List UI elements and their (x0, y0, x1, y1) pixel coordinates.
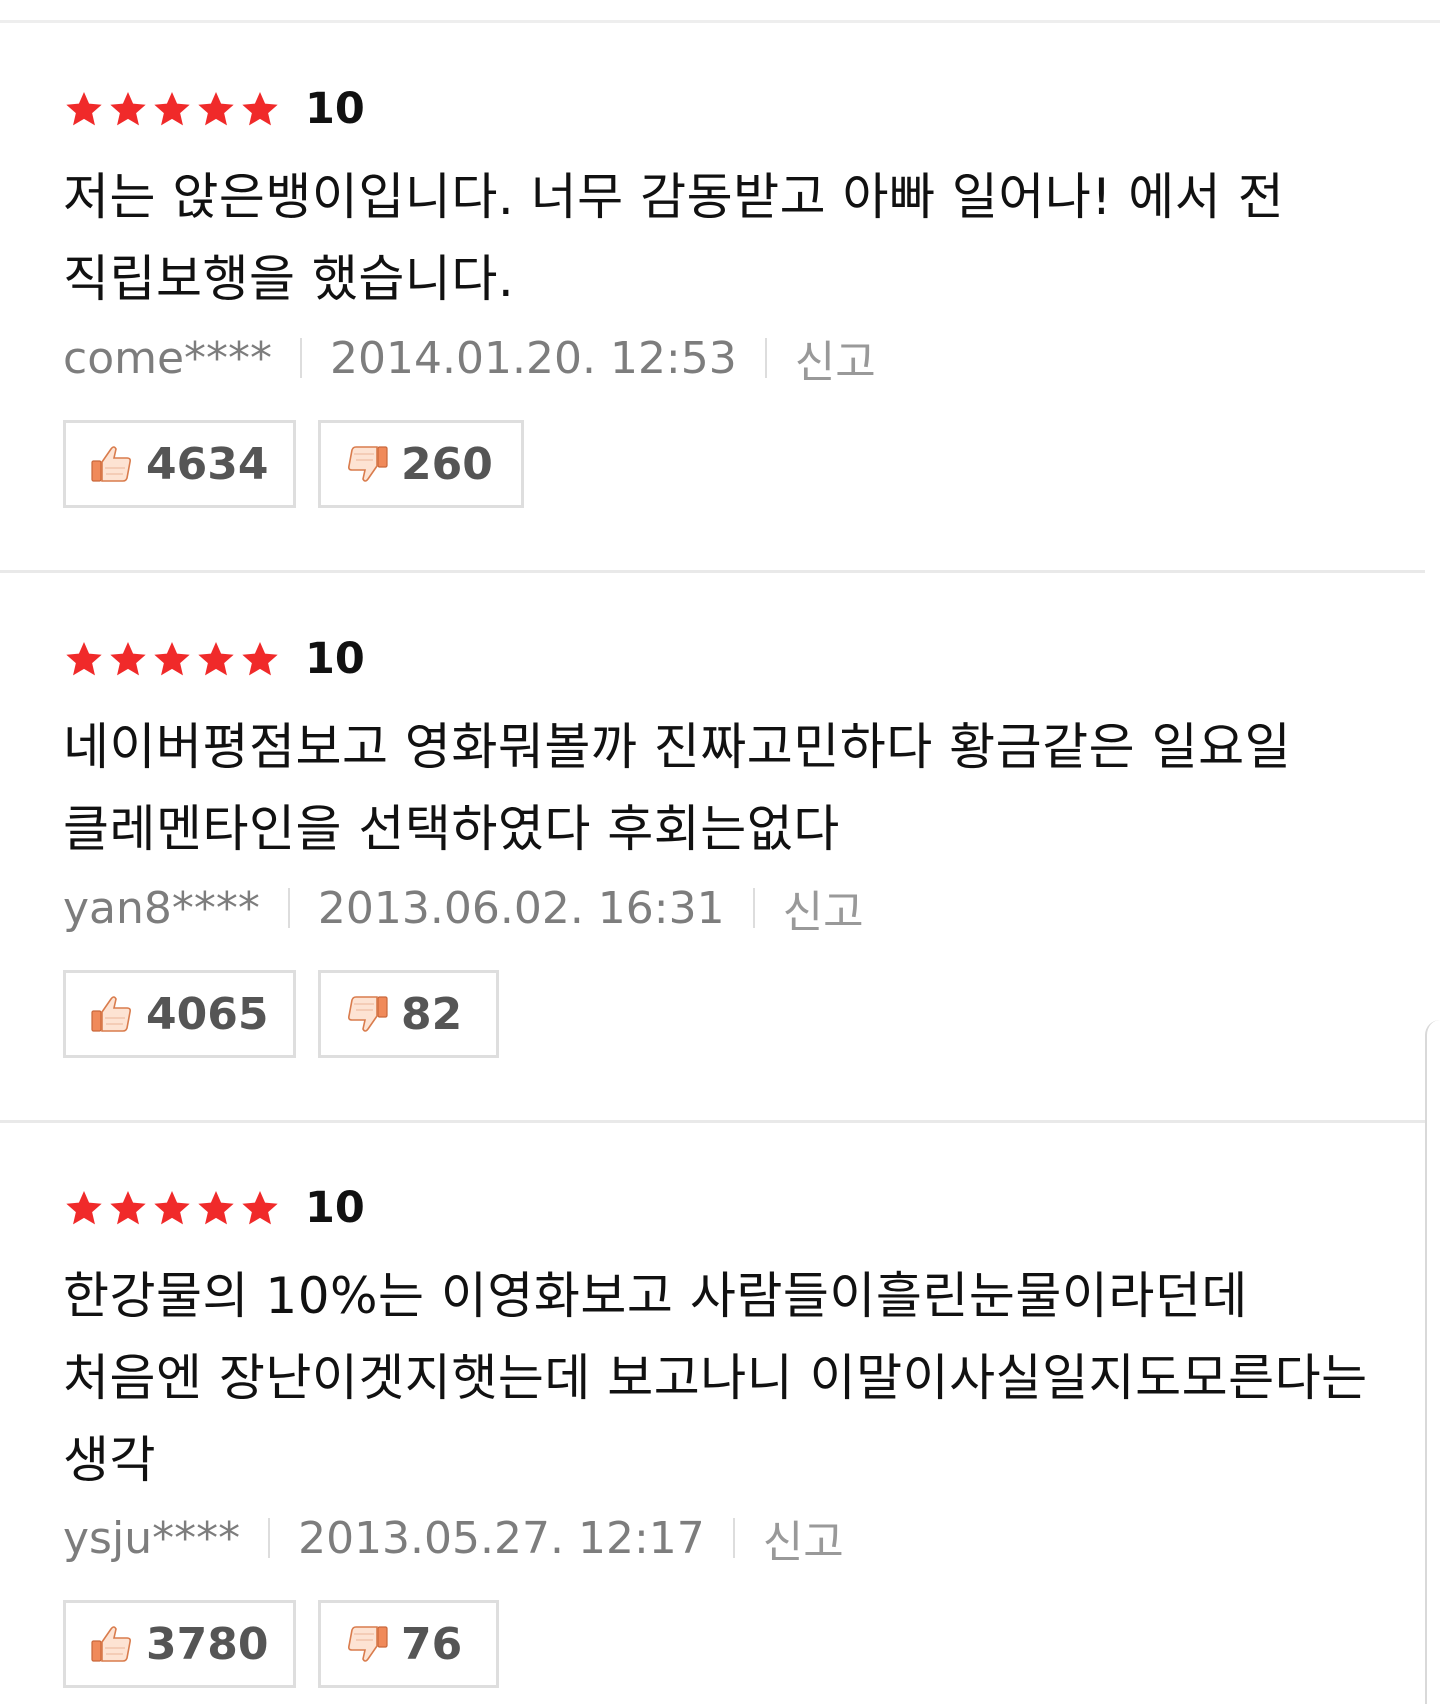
dislike-count: 260 (401, 438, 493, 490)
vote-buttons: 3780 76 (63, 1600, 499, 1688)
rating-score: 10 (305, 634, 365, 684)
rating-score: 10 (305, 1183, 365, 1233)
report-link[interactable]: 신고 (763, 1506, 844, 1570)
thumbs-up-icon (90, 994, 134, 1034)
review-comment: 한강물의 10%는 이영화보고 사람들이흘린눈물이라던데 처음엔 장난이겟지햇는… (63, 1267, 1368, 1489)
review-divider (0, 570, 1425, 573)
reviewer-id: yan8**** (63, 882, 260, 934)
star-icon (242, 1191, 278, 1225)
star-icon (110, 642, 146, 676)
like-button[interactable]: 4065 (63, 970, 296, 1058)
dislike-button[interactable]: 76 (318, 1600, 499, 1688)
dislike-count: 82 (401, 988, 463, 1040)
scrollbar[interactable] (1425, 1020, 1440, 1704)
review-meta: come**** 2014.01.20. 12:53 신고 (63, 330, 876, 389)
star-icon (198, 642, 234, 676)
report-link[interactable]: 신고 (783, 876, 864, 940)
review-divider (0, 1120, 1425, 1123)
like-button[interactable]: 4634 (63, 420, 296, 508)
star-icon (154, 92, 190, 126)
meta-divider (732, 1518, 735, 1558)
vote-buttons: 4065 82 (63, 970, 499, 1058)
like-button[interactable]: 3780 (63, 1600, 296, 1688)
review-meta: yan8**** 2013.06.02. 16:31 신고 (63, 880, 864, 939)
reviewer-id: ysju**** (63, 1512, 241, 1564)
meta-divider (287, 888, 290, 928)
star-icon (110, 92, 146, 126)
star-icon (198, 92, 234, 126)
star-icon (66, 1191, 102, 1225)
star-rating (63, 639, 281, 679)
star-icon (198, 1191, 234, 1225)
review-date: 2014.01.20. 12:53 (330, 332, 737, 384)
star-icon (154, 1191, 190, 1225)
star-icon (110, 1191, 146, 1225)
star-icon (242, 642, 278, 676)
review-date: 2013.05.27. 12:17 (298, 1512, 705, 1564)
vote-buttons: 4634 260 (63, 420, 524, 508)
like-count: 4065 (146, 988, 269, 1040)
thumbs-down-icon (345, 994, 389, 1034)
meta-divider (268, 1518, 271, 1558)
rating-score: 10 (305, 84, 365, 134)
review-meta: ysju**** 2013.05.27. 12:17 신고 (63, 1510, 844, 1569)
thumbs-down-icon (345, 1624, 389, 1664)
star-icon (154, 642, 190, 676)
star-icon (66, 92, 102, 126)
report-link[interactable]: 신고 (795, 326, 876, 390)
review-comment: 저는 앉은뱅이입니다. 너무 감동받고 아빠 일어나! 에서 전 직립보행을 했… (63, 168, 1285, 308)
meta-divider (752, 888, 755, 928)
reviewer-id: come**** (63, 332, 273, 384)
star-rating (63, 1188, 281, 1228)
top-divider (0, 20, 1440, 23)
dislike-button[interactable]: 260 (318, 420, 524, 508)
meta-divider (300, 338, 303, 378)
meta-divider (764, 338, 767, 378)
star-rating (63, 89, 281, 129)
like-count: 4634 (146, 438, 269, 490)
review-date: 2013.06.02. 16:31 (317, 882, 725, 934)
thumbs-up-icon (90, 444, 134, 484)
rating: 10 (63, 84, 365, 134)
rating: 10 (63, 634, 365, 684)
star-icon (66, 642, 102, 676)
star-icon (242, 92, 278, 126)
dislike-button[interactable]: 82 (318, 970, 499, 1058)
like-count: 3780 (146, 1618, 269, 1670)
dislike-count: 76 (401, 1618, 463, 1670)
rating: 10 (63, 1183, 365, 1233)
thumbs-down-icon (345, 444, 389, 484)
review-comment: 네이버평점보고 영화뭐볼까 진짜고민하다 황금같은 일요일 클레멘타인을 선택하… (63, 718, 1292, 858)
thumbs-up-icon (90, 1624, 134, 1664)
